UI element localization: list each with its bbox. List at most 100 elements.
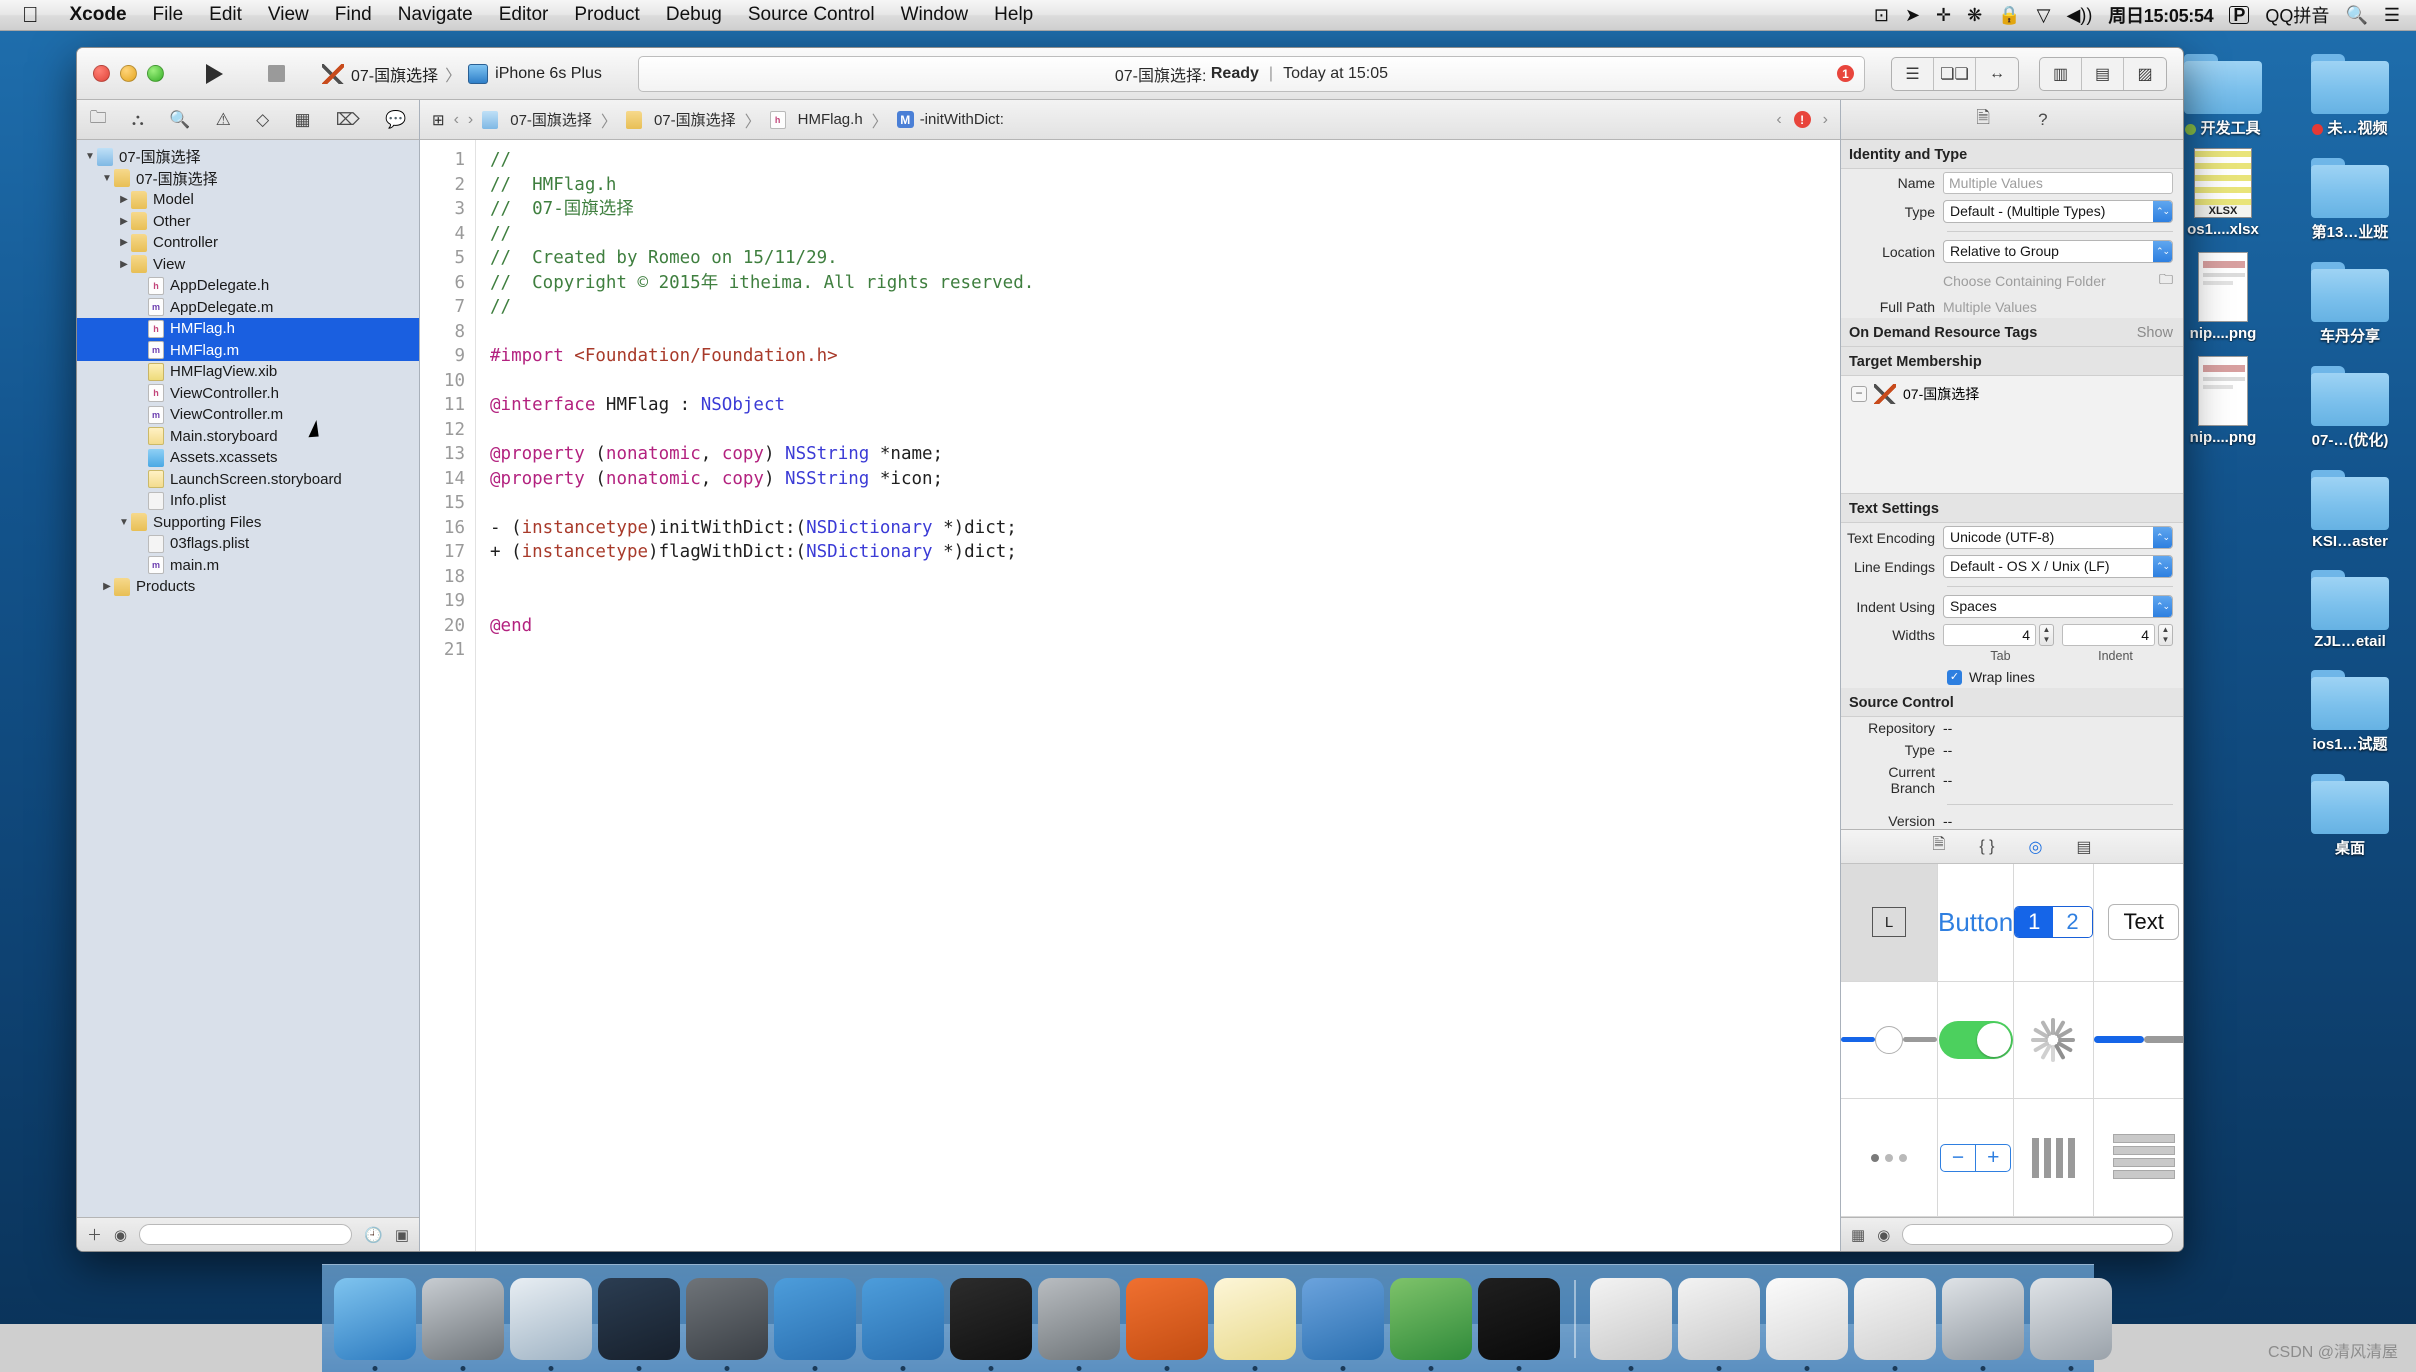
dock-item-doc-note[interactable] bbox=[1766, 1277, 1848, 1371]
menu-item-editor[interactable]: Editor bbox=[486, 4, 562, 26]
issue-navigator-icon[interactable]: ⚠ bbox=[216, 110, 231, 130]
dock-item-excel[interactable] bbox=[1390, 1277, 1472, 1371]
menu-item-source-control[interactable]: Source Control bbox=[735, 4, 888, 26]
dock-item-screen-shot[interactable] bbox=[1942, 1277, 2024, 1371]
project-navigator-icon[interactable]: 🗀 bbox=[90, 105, 107, 134]
tree-item-03flags.plist[interactable]: 03flags.plist bbox=[77, 533, 419, 555]
tree-item-Controller[interactable]: ▶ Controller bbox=[77, 232, 419, 254]
desktop-icon-桌面[interactable]: 桌面 bbox=[2291, 760, 2409, 858]
code-line[interactable]: @property (nonatomic, copy) NSString *ic… bbox=[490, 467, 1840, 492]
breadcrumb-project[interactable]: 07-国旗选择 bbox=[482, 109, 592, 130]
forward-icon[interactable]: › bbox=[468, 111, 473, 129]
tree-item-Info.plist[interactable]: Info.plist bbox=[77, 490, 419, 512]
object-library-grid[interactable]: L Button 1 2 Text − + bbox=[1841, 864, 2183, 1217]
filter-circle-icon[interactable]: ◉ bbox=[1877, 1226, 1890, 1244]
segmented-control-object[interactable]: 12 bbox=[2014, 864, 2094, 982]
type-select[interactable]: Default - (Multiple Types) bbox=[1943, 200, 2173, 223]
line-endings-select[interactable]: Default - OS X / Unix (LF) bbox=[1943, 555, 2173, 578]
minimize-button[interactable] bbox=[120, 65, 137, 82]
back-icon[interactable]: ‹ bbox=[454, 111, 459, 129]
tree-item-Assets.xcassets[interactable]: Assets.xcassets bbox=[77, 447, 419, 469]
disclosure-triangle-icon[interactable]: ▼ bbox=[117, 517, 131, 528]
dock-item-safari[interactable] bbox=[510, 1277, 592, 1371]
desktop-icon-第13…业班[interactable]: 第13…业班 bbox=[2291, 144, 2409, 242]
apple-icon[interactable]:  bbox=[22, 4, 39, 26]
menu-item-view[interactable]: View bbox=[255, 4, 322, 26]
dock-item-terminal[interactable] bbox=[950, 1277, 1032, 1371]
add-file-button[interactable]: ＋ bbox=[87, 1224, 102, 1245]
encoding-select[interactable]: Unicode (UTF-8) bbox=[1943, 526, 2173, 549]
code-line[interactable] bbox=[490, 565, 1840, 590]
notification-center-icon[interactable]: ☰ bbox=[2384, 5, 2400, 26]
run-button[interactable] bbox=[188, 57, 240, 91]
dock-item-doc-window-1[interactable] bbox=[1590, 1277, 1672, 1371]
tab-width-value[interactable]: 4 bbox=[1943, 624, 2036, 646]
code-line[interactable]: // bbox=[490, 148, 1840, 173]
code-line[interactable] bbox=[490, 638, 1840, 663]
tree-item-Products[interactable]: ▶ Products bbox=[77, 576, 419, 598]
dock-item-xcode[interactable] bbox=[774, 1277, 856, 1371]
related-items-icon[interactable]: ⊞ bbox=[432, 111, 445, 129]
code-line[interactable]: + (instancetype)flagWithDict:(NSDictiona… bbox=[490, 540, 1840, 565]
tab-width-stepper[interactable]: 4 ▲ ▼ bbox=[1943, 624, 2054, 646]
disclosure-triangle-icon[interactable]: ▶ bbox=[117, 216, 131, 227]
tree-item-AppDelegate.h[interactable]: h AppDelegate.h bbox=[77, 275, 419, 297]
text-field-object[interactable]: Text bbox=[2093, 864, 2183, 982]
button-object[interactable]: Button bbox=[1938, 864, 2015, 982]
search-icon[interactable]: 🔍 bbox=[2345, 5, 2367, 26]
project-tree[interactable]: ▼ 07-国旗选择 ▼ 07-国旗选择 ▶ Model ▶ Other ▶ Controller ▶… bbox=[77, 140, 419, 1217]
report-navigator-icon[interactable]: 💬 bbox=[385, 110, 406, 130]
hide-navigator-icon[interactable]: ▥ bbox=[2040, 57, 2082, 90]
input-method-label[interactable]: QQ拼音 bbox=[2265, 2, 2329, 28]
input-source-badge[interactable]: P bbox=[2229, 6, 2250, 24]
tree-item-HMFlag.h[interactable]: h HMFlag.h bbox=[77, 318, 419, 340]
tree-item-ViewController.h[interactable]: h ViewController.h bbox=[77, 383, 419, 405]
desktop-icon-KSI…aster[interactable]: KSI…aster bbox=[2291, 456, 2409, 550]
stop-button[interactable] bbox=[250, 57, 302, 91]
library-tab-bar[interactable]: 🗎 { } ◎ ▤ bbox=[1841, 830, 2183, 864]
wrap-lines-checkbox[interactable]: ✓ bbox=[1947, 669, 1962, 685]
screen-record-icon[interactable]: ⊡ bbox=[1874, 5, 1889, 26]
recent-files-icon[interactable]: 🕘 bbox=[364, 1226, 383, 1244]
tree-item-SupportingFiles[interactable]: ▼ Supporting Files bbox=[77, 512, 419, 534]
code-line[interactable]: - (instancetype)initWithDict:(NSDictiona… bbox=[490, 516, 1840, 541]
zoom-button[interactable] bbox=[147, 65, 164, 82]
picker-view-object[interactable] bbox=[2014, 1099, 2094, 1217]
target-membership-row[interactable]: − 07-国旗选择 bbox=[1851, 384, 2173, 404]
tree-item-LaunchScreen.storyboard[interactable]: LaunchScreen.storyboard bbox=[77, 469, 419, 491]
tree-item-07[interactable]: ▼ 07-国旗选择 bbox=[77, 146, 419, 168]
tree-item-Other[interactable]: ▶ Other bbox=[77, 211, 419, 233]
indent-width-value[interactable]: 4 bbox=[2062, 624, 2155, 646]
label-object[interactable]: L bbox=[1841, 864, 1938, 982]
scheme-selector[interactable]: 07-国旗选择 〉 iPhone 6s Plus bbox=[312, 57, 612, 91]
progress-view-object[interactable] bbox=[2093, 982, 2183, 1100]
desktop-icon-ZJL…etail[interactable]: ZJL…etail bbox=[2291, 556, 2409, 650]
bluetooth-icon[interactable]: ✛ bbox=[1936, 5, 1951, 26]
assistant-editor-icon[interactable]: ❏❏ bbox=[1934, 57, 1976, 90]
standard-editor-icon[interactable]: ☰ bbox=[1892, 57, 1934, 90]
code-text[interactable]: // // HMFlag.h // 07-国旗选择 // // Created by R… bbox=[476, 140, 1840, 1251]
dock-item-app-dark[interactable] bbox=[598, 1277, 680, 1371]
code-snippet-library-icon[interactable]: { } bbox=[1979, 838, 1994, 856]
lock-icon[interactable]: 🔒 bbox=[1998, 5, 2020, 26]
stepper-object[interactable]: − + bbox=[1938, 1099, 2015, 1217]
desktop-icon-车丹分享[interactable]: 车丹分享 bbox=[2291, 248, 2409, 346]
menu-item-find[interactable]: Find bbox=[322, 4, 385, 26]
desktop-icon-未…视频[interactable]: 未…视频 bbox=[2291, 40, 2409, 138]
tree-item-HMFlag.m[interactable]: m HMFlag.m bbox=[77, 339, 419, 361]
jumpbar-issue-nav[interactable]: ‹ ! › bbox=[1776, 111, 1828, 129]
next-issue-icon[interactable]: › bbox=[1823, 111, 1828, 129]
menu-item-window[interactable]: Window bbox=[888, 4, 982, 26]
view-toggle-segments[interactable]: ▥ ▤ ▨ bbox=[2039, 56, 2167, 91]
code-line[interactable] bbox=[490, 589, 1840, 614]
code-line[interactable]: // bbox=[490, 295, 1840, 320]
dock-item-xcode-beta[interactable] bbox=[862, 1277, 944, 1371]
tree-item-AppDelegate.m[interactable]: m AppDelegate.m bbox=[77, 297, 419, 319]
dock-item-iterm[interactable] bbox=[1478, 1277, 1560, 1371]
test-navigator-icon[interactable]: ◇ bbox=[256, 110, 269, 130]
dock-item-notes[interactable] bbox=[1214, 1277, 1296, 1371]
activity-indicator-object[interactable] bbox=[2014, 981, 2094, 1100]
menu-item-help[interactable]: Help bbox=[981, 4, 1046, 26]
menu-bar[interactable]:  Xcode File Edit View Find Navigate Edi… bbox=[0, 0, 2416, 31]
debug-navigator-icon[interactable]: ▦ bbox=[294, 110, 310, 130]
